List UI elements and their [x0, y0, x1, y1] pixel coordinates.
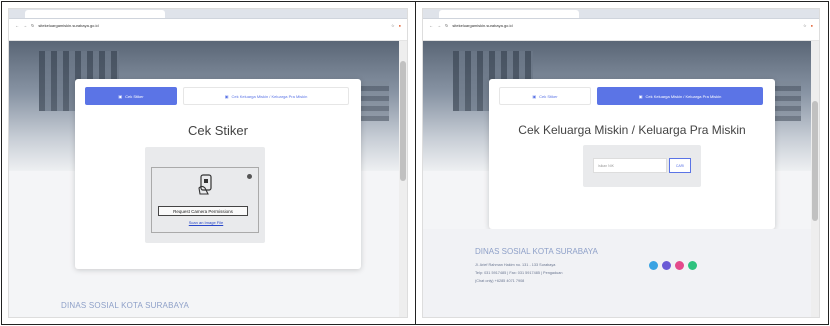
tab-cek-stiker[interactable]: ▣ Cek Stiker [85, 87, 177, 105]
scrollbar-thumb[interactable] [812, 101, 818, 221]
profile-icon[interactable]: ● [399, 23, 401, 28]
scrollbar-thumb[interactable] [400, 61, 406, 181]
forward-icon[interactable]: → [437, 23, 441, 28]
reload-icon[interactable]: ↻ [31, 23, 34, 28]
youtube-icon[interactable] [688, 261, 697, 270]
tab-label: Cek Stiker [125, 93, 144, 99]
tab-row: ▣ Cek Stiker ▣ Cek Keluarga Miskin / Kel… [85, 87, 351, 105]
address-bar[interactable]: ← → ↻ sitekeluargamiskin.surabaya.go.id … [9, 19, 407, 31]
phone-scan-icon [198, 174, 212, 195]
search-panel: Isikan NIK CARI [583, 145, 701, 187]
url-text[interactable]: sitekeluargamiskin.surabaya.go.id [452, 23, 512, 28]
search-button[interactable]: CARI [669, 158, 691, 173]
reload-icon[interactable]: ↻ [445, 23, 448, 28]
user-icon: ▣ [224, 93, 229, 99]
page-title: Cek Keluarga Miskin / Keluarga Pra Miski… [518, 123, 746, 137]
footer: DINAS SOSIAL KOTA SURABAYA [9, 289, 399, 317]
twitter-icon[interactable] [649, 261, 658, 270]
nik-search-input[interactable]: Isikan NIK [593, 158, 667, 173]
info-icon[interactable] [247, 174, 252, 179]
tab-label: Cek Keluarga Miskin / Keluarga Pra Miski… [645, 93, 722, 99]
footer-contact: Telp: 031 5917485 | Fax: 031 5917485 | P… [475, 271, 563, 275]
browser-window-right: ← → ↻ sitekeluargamiskin.surabaya.go.id … [422, 8, 820, 318]
facebook-icon[interactable] [662, 261, 671, 270]
url-text[interactable]: sitekeluargamiskin.surabaya.go.id [38, 23, 98, 28]
footer-address: Jl. Arief Rahman Hakim no. 131 - 133 Sur… [475, 263, 556, 267]
browser-tab[interactable] [25, 10, 165, 18]
panel-left: ← → ↻ sitekeluargamiskin.surabaya.go.id … [2, 2, 416, 324]
tab-cek-keluarga-miskin[interactable]: ▣ Cek Keluarga Miskin / Keluarga Pra Mis… [183, 87, 349, 105]
qr-icon: ▣ [532, 93, 537, 99]
scan-image-link[interactable]: Scan an Image File [152, 220, 260, 225]
tab-cek-stiker[interactable]: ▣ Cek Stiker [499, 87, 591, 105]
scrollbar[interactable] [399, 41, 407, 317]
browser-window-left: ← → ↻ sitekeluargamiskin.surabaya.go.id … [8, 8, 408, 318]
user-icon: ▣ [638, 93, 643, 99]
qr-icon: ▣ [118, 93, 123, 99]
back-icon[interactable]: ← [15, 23, 19, 28]
browser-tab[interactable] [439, 10, 579, 18]
main-card: ▣ Cek Stiker ▣ Cek Keluarga Miskin / Kel… [75, 79, 361, 269]
address-bar[interactable]: ← → ↻ sitekeluargamiskin.surabaya.go.id … [423, 19, 819, 31]
page-title: Cek Stiker [188, 123, 248, 138]
tab-cek-keluarga-miskin[interactable]: ▣ Cek Keluarga Miskin / Keluarga Pra Mis… [597, 87, 763, 105]
panel-right: ← → ↻ sitekeluargamiskin.surabaya.go.id … [416, 2, 828, 324]
footer-title: DINAS SOSIAL KOTA SURABAYA [475, 247, 598, 256]
request-camera-button[interactable]: Request Camera Permissions [158, 206, 248, 216]
qr-scanner: Request Camera Permissions Scan an Image… [151, 167, 259, 233]
footer-title: DINAS SOSIAL KOTA SURABAYA [61, 301, 190, 310]
scrollbar[interactable] [811, 41, 819, 317]
social-links [649, 261, 697, 270]
footer-chat: (Chat only) +6285 4071 7908 [475, 279, 525, 283]
bookmarks-bar [9, 31, 407, 41]
tab-label: Cek Stiker [539, 93, 558, 99]
tab-label: Cek Keluarga Miskin / Keluarga Pra Miski… [231, 93, 308, 99]
bookmarks-bar [423, 31, 819, 41]
browser-titlebar [9, 9, 407, 19]
profile-icon[interactable]: ● [811, 23, 813, 28]
browser-titlebar [423, 9, 819, 19]
star-icon[interactable]: ☆ [391, 23, 395, 28]
figure-grid: ← → ↻ sitekeluargamiskin.surabaya.go.id … [1, 1, 829, 325]
instagram-icon[interactable] [675, 261, 684, 270]
tab-row: ▣ Cek Stiker ▣ Cek Keluarga Miskin / Kel… [499, 87, 765, 105]
star-icon[interactable]: ☆ [803, 23, 807, 28]
qr-scanner-panel: Request Camera Permissions Scan an Image… [145, 147, 265, 243]
main-card: ▣ Cek Stiker ▣ Cek Keluarga Miskin / Kel… [489, 79, 775, 229]
back-icon[interactable]: ← [429, 23, 433, 28]
forward-icon[interactable]: → [23, 23, 27, 28]
footer: DINAS SOSIAL KOTA SURABAYA Jl. Arief Rah… [423, 229, 811, 317]
